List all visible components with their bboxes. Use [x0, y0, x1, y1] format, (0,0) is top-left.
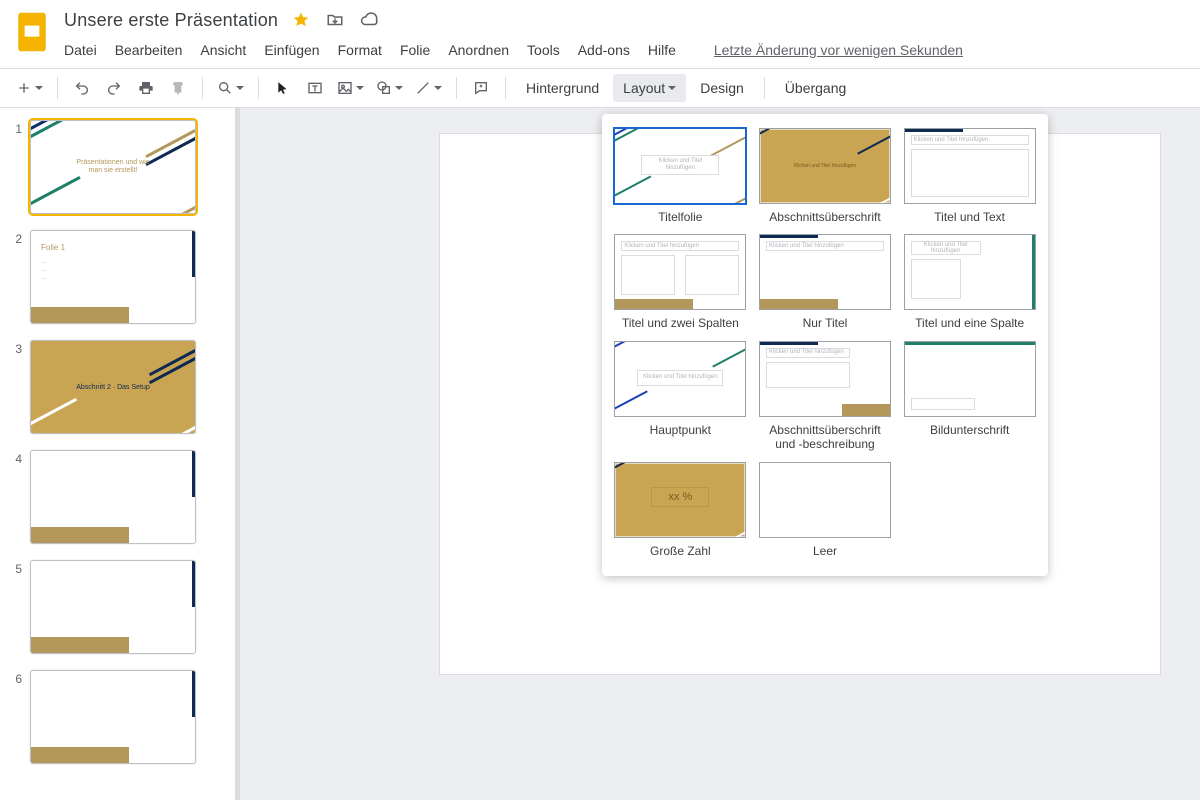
paint-format-button[interactable] — [164, 74, 192, 102]
layout-option-big-number[interactable]: xx % Große Zahl — [614, 462, 747, 558]
menu-format[interactable]: Format — [338, 42, 382, 58]
image-tool[interactable] — [333, 74, 368, 102]
slide-thumbnail-6[interactable] — [30, 670, 196, 764]
top-bar: Unsere erste Präsentation Datei Bearbeit… — [0, 0, 1200, 68]
zoom-button[interactable] — [213, 74, 248, 102]
layout-option-title-only[interactable]: Klicken und Titel hinzufügen Nur Titel — [759, 234, 892, 330]
layout-label: Titel und eine Spalte — [915, 316, 1024, 330]
menu-tools[interactable]: Tools — [527, 42, 560, 58]
filmstrip[interactable]: 1 Präsentationen und wie man sie erstell… — [0, 108, 236, 800]
toolbar: Hintergrund Layout Design Übergang — [0, 68, 1200, 108]
menu-view[interactable]: Ansicht — [200, 42, 246, 58]
last-edit-link[interactable]: Letzte Änderung vor wenigen Sekunden — [714, 42, 963, 58]
undo-button[interactable] — [68, 74, 96, 102]
redo-button[interactable] — [100, 74, 128, 102]
slide1-text1: Präsentationen und wie — [76, 159, 149, 167]
menu-file[interactable]: Datei — [64, 42, 97, 58]
textbox-tool[interactable] — [301, 74, 329, 102]
slide-number: 5 — [10, 560, 22, 576]
layout-option-blank[interactable]: Leer — [759, 462, 892, 558]
menu-slide[interactable]: Folie — [400, 42, 430, 58]
slide-thumbnail-3[interactable]: Abschnitt 2 · Das Setup — [30, 340, 196, 434]
line-tool[interactable] — [411, 74, 446, 102]
app-logo[interactable] — [12, 6, 52, 58]
slide3-text: Abschnitt 2 · Das Setup — [31, 341, 195, 433]
background-button[interactable]: Hintergrund — [516, 74, 609, 102]
menu-insert[interactable]: Einfügen — [264, 42, 319, 58]
separator — [505, 77, 506, 99]
layout-label: Hauptpunkt — [650, 423, 711, 437]
layout-option-section-desc[interactable]: Klicken und Titel hinzufügen Abschnittsü… — [759, 341, 892, 452]
slide1-text2: man sie erstellt! — [88, 167, 137, 175]
layout-option-title-body[interactable]: Klicken und Titel hinzufügen Titel und T… — [903, 128, 1036, 224]
new-slide-button[interactable] — [12, 74, 47, 102]
print-button[interactable] — [132, 74, 160, 102]
layout-option-title-slide[interactable]: Klicken und Titel hinzufügen Titelfolie … — [614, 128, 747, 224]
comment-button[interactable] — [467, 74, 495, 102]
menu-arrange[interactable]: Anordnen — [448, 42, 509, 58]
layout-label: Leer — [813, 544, 837, 558]
select-tool[interactable] — [269, 74, 297, 102]
slide-thumbnail-4[interactable] — [30, 450, 196, 544]
layout-option-one-column[interactable]: Klicken und Titel hinzufügen Titel und e… — [903, 234, 1036, 330]
layout-option-main-point[interactable]: Klicken und Titel hinzufügen Hauptpunkt — [614, 341, 747, 452]
transition-button[interactable]: Übergang — [775, 74, 857, 102]
slide2-title: Folie 1 — [41, 243, 65, 252]
menu-bar: Datei Bearbeiten Ansicht Einfügen Format… — [64, 42, 1184, 58]
menu-help[interactable]: Hilfe — [648, 42, 676, 58]
layout-option-two-columns[interactable]: Klicken und Titel hinzufügen Titel und z… — [614, 234, 747, 330]
separator — [57, 77, 58, 99]
layout-option-section-header[interactable]: Klicken und Titel hinzufügen Abschnittsü… — [759, 128, 892, 224]
cloud-saved-icon[interactable] — [358, 9, 380, 31]
layout-label: Große Zahl — [650, 544, 711, 558]
slide-thumbnail-2[interactable]: Folie 1 ——— — [30, 230, 196, 324]
slide-number: 6 — [10, 670, 22, 686]
menu-addons[interactable]: Add-ons — [578, 42, 630, 58]
slide-number: 4 — [10, 450, 22, 466]
layout-dropdown: Klicken und Titel hinzufügen Titelfolie … — [602, 114, 1048, 576]
slide-number: 3 — [10, 340, 22, 356]
slide-thumbnail-1[interactable]: Präsentationen und wie man sie erstellt! — [30, 120, 196, 214]
layout-option-caption[interactable]: Bildunterschrift — [903, 341, 1036, 452]
layout-label: Bildunterschrift — [930, 423, 1009, 437]
separator — [202, 77, 203, 99]
separator — [764, 77, 765, 99]
layout-label: Nur Titel — [803, 316, 848, 330]
layout-button[interactable]: Layout — [613, 74, 686, 102]
star-icon[interactable] — [290, 9, 312, 31]
design-button[interactable]: Design — [690, 74, 754, 102]
shape-tool[interactable] — [372, 74, 407, 102]
document-title[interactable]: Unsere erste Präsentation — [64, 10, 278, 31]
layout-label: Abschnittsüberschrift — [769, 210, 880, 224]
slide-number: 2 — [10, 230, 22, 246]
title-area: Unsere erste Präsentation Datei Bearbeit… — [64, 6, 1184, 58]
layout-label: Titel und zwei Spalten — [622, 316, 739, 330]
move-to-folder-icon[interactable] — [324, 9, 346, 31]
layout-label: Titel und Text — [934, 210, 1005, 224]
separator — [258, 77, 259, 99]
slide-number: 1 — [10, 120, 22, 136]
layout-label: Titelfolie — [658, 210, 702, 224]
slide-thumbnail-5[interactable] — [30, 560, 196, 654]
menu-edit[interactable]: Bearbeiten — [115, 42, 183, 58]
layout-label: Abschnittsüberschrift und -beschreibung — [759, 423, 891, 452]
separator — [456, 77, 457, 99]
